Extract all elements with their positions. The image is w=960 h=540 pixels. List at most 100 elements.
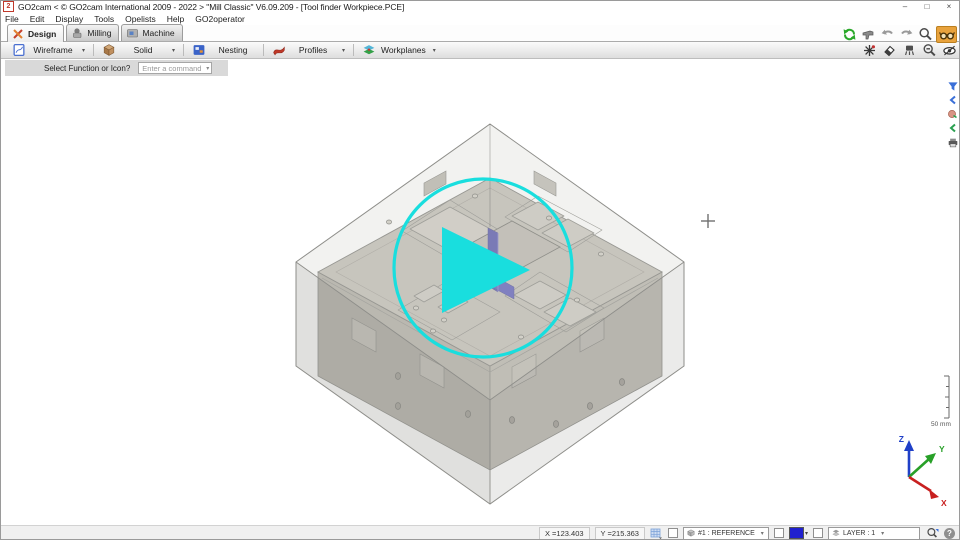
redo-icon[interactable] — [898, 27, 914, 42]
color-dropdown-icon[interactable]: ▾ — [805, 530, 808, 537]
ribbon-tab-row: Design Milling Machine — [0, 25, 960, 42]
menu-help[interactable]: Help — [167, 14, 184, 24]
help-icon[interactable]: ? — [944, 528, 955, 539]
tab-design-label: Design — [28, 29, 56, 39]
command-input[interactable]: Enter a command ▾ — [138, 62, 212, 74]
view-toolbar-top — [841, 26, 957, 43]
nesting-label: Nesting — [211, 45, 255, 55]
viewport-3d[interactable]: 50 mm Z Y X — [0, 76, 960, 525]
stock-block — [296, 124, 684, 504]
workplanes-icon — [362, 43, 376, 57]
current-color-swatch[interactable] — [789, 527, 804, 539]
tab-machine-label: Machine — [142, 28, 174, 38]
minimize-button[interactable]: – — [894, 1, 916, 13]
title-bar: 2 GO2cam < © GO2cam International 2009 -… — [0, 0, 960, 13]
axes-triad: Z Y X — [899, 434, 947, 508]
command-input-placeholder: Enter a command — [142, 64, 201, 73]
y-coordinate: Y =215.363 — [595, 527, 645, 540]
command-dropdown-icon[interactable]: ▾ — [206, 65, 209, 72]
delete-elements-icon[interactable] — [861, 43, 877, 58]
tab-design[interactable]: Design — [7, 24, 64, 42]
visibility-eye-icon[interactable] — [941, 43, 957, 58]
tab-machine[interactable]: Machine — [121, 24, 182, 41]
menu-go2operator[interactable]: GO2operator — [195, 14, 245, 24]
regenerate-icon[interactable] — [841, 27, 857, 42]
workplanes-label: Workplanes — [381, 45, 426, 55]
grid-snap-icon[interactable] — [650, 527, 663, 539]
collapse-left-green-icon[interactable] — [946, 122, 959, 134]
axis-x-label: X — [941, 498, 947, 508]
view-toolbar-bottom — [861, 43, 957, 58]
toolbar-separator — [353, 44, 354, 56]
toolbar-separator — [93, 44, 94, 56]
tab-milling[interactable]: Milling — [66, 24, 119, 41]
command-bar: Select Function or Icon? Enter a command… — [5, 60, 228, 76]
menu-edit[interactable]: Edit — [30, 14, 45, 24]
layers-icon — [832, 529, 840, 537]
reference-cube-icon — [687, 529, 695, 537]
glasses-icon[interactable] — [936, 26, 957, 43]
design-tab-icon — [12, 28, 25, 40]
filter-icon[interactable] — [946, 80, 959, 92]
clean-brush-icon[interactable] — [901, 43, 917, 58]
zoom-selection-icon[interactable] — [925, 527, 939, 539]
tab-milling-label: Milling — [87, 28, 111, 38]
reference-dropdown-icon[interactable]: ▾ — [761, 530, 764, 537]
layer-checkbox[interactable] — [813, 528, 823, 538]
collapse-left-blue-icon[interactable] — [946, 94, 959, 106]
profiles-icon — [272, 43, 286, 57]
printer-icon[interactable] — [946, 136, 959, 148]
crosshair-cursor — [701, 214, 715, 228]
status-bar: X =123.403 Y =215.363 #1 : REFERENCE ▾ ▾… — [0, 525, 960, 540]
solid-label: Solid — [121, 45, 165, 55]
profiles-button[interactable]: Profiles ▾ — [266, 42, 351, 58]
layer-select[interactable]: LAYER : 1 ▾ — [828, 527, 920, 540]
profiles-label: Profiles — [291, 45, 335, 55]
profiles-dropdown[interactable]: ▾ — [342, 47, 345, 54]
zoom-in-icon[interactable] — [917, 27, 933, 42]
workpiece-scene: 50 mm Z Y X — [0, 76, 960, 525]
reference-select-value: #1 : REFERENCE — [698, 530, 755, 537]
axis-z-label: Z — [899, 434, 904, 444]
reference-checkbox[interactable] — [668, 528, 678, 538]
solid-dropdown[interactable]: ▾ — [172, 47, 175, 54]
pick-tool-icon[interactable] — [860, 27, 876, 42]
machine-tab-icon — [126, 27, 139, 39]
scale-ruler: 50 mm — [931, 376, 951, 428]
milling-tab-icon — [71, 27, 84, 39]
menu-opelists[interactable]: Opelists — [125, 14, 156, 24]
wireframe-dropdown[interactable]: ▾ — [82, 47, 85, 54]
command-prompt-label: Select Function or Icon? — [44, 64, 130, 73]
close-button[interactable]: × — [938, 1, 960, 13]
toolbar-separator — [183, 44, 184, 56]
restore-button[interactable]: □ — [916, 1, 938, 13]
material-icon[interactable] — [946, 108, 959, 120]
scale-label: 50 mm — [931, 421, 951, 428]
window-title: GO2cam < © GO2cam International 2009 - 2… — [18, 2, 404, 12]
toolbar-separator — [263, 44, 264, 56]
app-icon: 2 — [3, 1, 14, 12]
menu-file[interactable]: File — [5, 14, 19, 24]
axis-y-label: Y — [939, 444, 945, 454]
nesting-icon — [192, 43, 206, 57]
layer-select-value: LAYER : 1 — [843, 530, 875, 537]
wireframe-button[interactable]: Wireframe ▾ — [6, 42, 91, 58]
x-coordinate: X =123.403 — [539, 527, 590, 540]
solid-button[interactable]: Solid ▾ — [96, 42, 181, 58]
layer-dropdown-icon[interactable]: ▾ — [881, 530, 884, 537]
wireframe-icon — [12, 43, 26, 57]
workplanes-dropdown[interactable]: ▾ — [433, 47, 436, 54]
color-picker[interactable]: ▾ — [789, 527, 808, 539]
nesting-button[interactable]: Nesting — [186, 42, 261, 58]
menu-tools[interactable]: Tools — [94, 14, 114, 24]
undo-icon[interactable] — [879, 27, 895, 42]
menu-display[interactable]: Display — [55, 14, 83, 24]
zoom-window-icon[interactable] — [921, 43, 937, 58]
color-checkbox[interactable] — [774, 528, 784, 538]
wireframe-label: Wireframe — [31, 45, 75, 55]
reference-select[interactable]: #1 : REFERENCE ▾ — [683, 527, 769, 540]
edge-toolbar — [946, 80, 959, 148]
workplanes-button[interactable]: Workplanes ▾ — [356, 42, 442, 58]
eraser-icon[interactable] — [881, 43, 897, 58]
design-toolbar: Wireframe ▾ Solid ▾ Nesting Profiles ▾ — [0, 42, 960, 59]
